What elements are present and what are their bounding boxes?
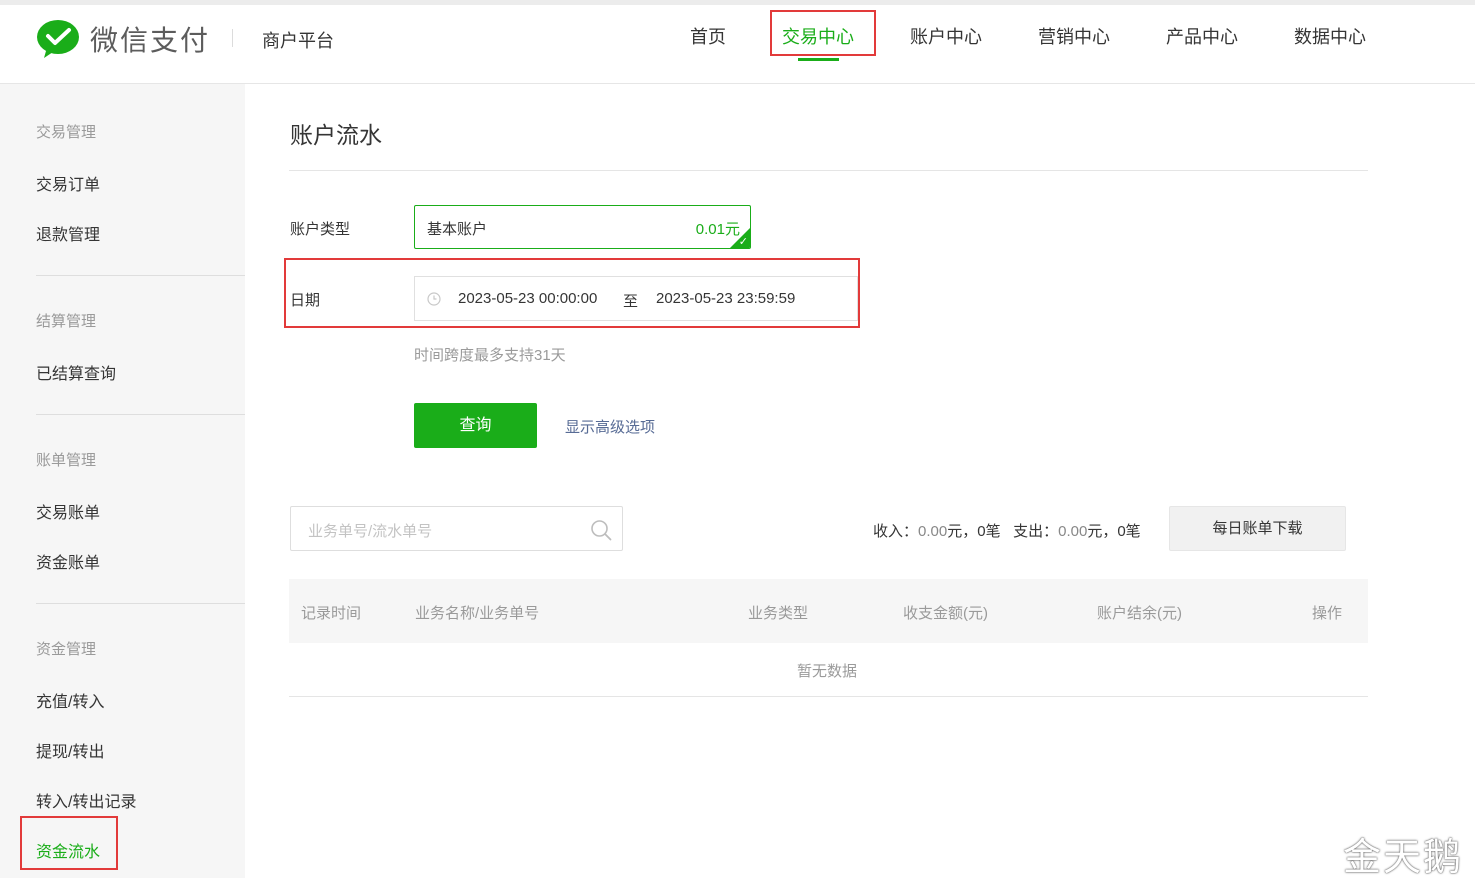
expense-unit: 元， xyxy=(1087,523,1118,540)
search-input[interactable]: 业务单号/流水单号 xyxy=(290,506,623,551)
checkmark-icon: ✓ xyxy=(738,236,748,248)
column-header-amount: 收支金额(元) xyxy=(903,605,988,622)
nav-active-indicator xyxy=(798,58,839,61)
platform-title: 商户平台 xyxy=(262,31,334,51)
column-header-balance: 账户结余(元) xyxy=(1097,605,1182,622)
income-count: 0笔 xyxy=(977,523,1001,540)
table-header: 记录时间 业务名称/业务单号 业务类型 收支金额(元) 账户结余(元) 操作 xyxy=(289,579,1368,643)
sidebar-item-withdraw[interactable]: 提现/转出 xyxy=(36,738,104,762)
nav-data-center[interactable]: 数据中心 xyxy=(1294,23,1366,49)
daily-bill-download-button[interactable]: 每日账单下载 xyxy=(1169,506,1346,551)
watermark: 金天鹅 xyxy=(1343,835,1464,879)
table-empty-text: 暂无数据 xyxy=(797,663,858,680)
sidebar: 交易管理 交易订单 退款管理 结算管理 已结算查询 账单管理 交易账单 资金账单… xyxy=(0,84,245,878)
logo-separator xyxy=(232,29,233,47)
account-type-select[interactable]: 基本账户 0.01元 ✓ xyxy=(414,205,751,249)
nav-marketing-center[interactable]: 营销中心 xyxy=(1038,23,1110,49)
sidebar-divider xyxy=(36,275,245,276)
sidebar-item-recharge[interactable]: 充值/转入 xyxy=(36,688,104,712)
expense-count: 0笔 xyxy=(1117,523,1141,540)
account-type-label: 账户类型 xyxy=(290,221,351,238)
search-placeholder: 业务单号/流水单号 xyxy=(308,523,433,540)
top-header: 微信支付 商户平台 首页 交易中心 账户中心 营销中心 产品中心 数据中心 xyxy=(0,0,1475,84)
highlight-box-date xyxy=(284,258,860,328)
nav-product-center[interactable]: 产品中心 xyxy=(1166,23,1238,49)
sidebar-group-settlement: 结算管理 xyxy=(36,313,97,330)
sidebar-divider xyxy=(36,414,245,415)
sidebar-group-funds: 资金管理 xyxy=(36,641,97,658)
income-label: 收入： xyxy=(873,523,919,540)
sidebar-item-fund-bill[interactable]: 资金账单 xyxy=(36,549,100,573)
sidebar-item-trade-orders[interactable]: 交易订单 xyxy=(36,171,100,195)
logo-text: 微信支付 xyxy=(90,25,211,56)
column-header-business: 业务名称/业务单号 xyxy=(415,605,540,622)
sidebar-item-refunds[interactable]: 退款管理 xyxy=(36,221,100,245)
title-divider xyxy=(289,170,1368,171)
wechat-pay-logo[interactable]: 微信支付 xyxy=(36,19,210,59)
highlight-box-sidebar xyxy=(20,816,118,870)
column-header-actions: 操作 xyxy=(1312,605,1343,622)
sidebar-divider xyxy=(36,603,245,604)
search-icon[interactable] xyxy=(590,519,612,541)
income-unit: 元， xyxy=(947,523,978,540)
advanced-options-link[interactable]: 显示高级选项 xyxy=(565,416,655,437)
column-header-time: 记录时间 xyxy=(301,605,362,622)
sidebar-item-trade-bill[interactable]: 交易账单 xyxy=(36,499,100,523)
income-amount: 0.00 xyxy=(918,523,948,540)
expense-label: 支出： xyxy=(1013,523,1059,540)
sidebar-item-settled-query[interactable]: 已结算查询 xyxy=(36,360,116,384)
sidebar-group-bills: 账单管理 xyxy=(36,452,97,469)
column-header-type: 业务类型 xyxy=(748,605,809,622)
expense-amount: 0.00 xyxy=(1058,523,1088,540)
table-bottom-border xyxy=(289,696,1368,697)
highlight-box-nav xyxy=(770,10,876,56)
flow-summary: 收入：0.00元，0笔 支出：0.00元，0笔 xyxy=(873,520,1141,541)
wechat-pay-logo-icon xyxy=(37,20,79,58)
sidebar-item-transfer-records[interactable]: 转入/转出记录 xyxy=(36,788,136,812)
nav-account-center[interactable]: 账户中心 xyxy=(910,23,982,49)
date-range-hint: 时间跨度最多支持31天 xyxy=(414,347,566,364)
query-button[interactable]: 查询 xyxy=(414,403,537,448)
page-title: 账户流水 xyxy=(290,122,382,148)
nav-home[interactable]: 首页 xyxy=(690,23,726,49)
sidebar-group-trade: 交易管理 xyxy=(36,124,97,141)
account-name: 基本账户 xyxy=(427,221,488,238)
